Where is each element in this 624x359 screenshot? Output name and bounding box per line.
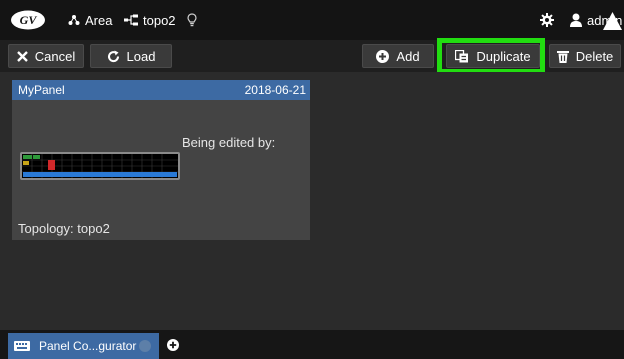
area-selector[interactable]: Area [68,0,112,40]
panel-list: MyPanel 2018-06-21 Being edited by: Topo… [0,72,624,330]
being-edited-label: Being edited by: [182,135,276,150]
panel-card-header: MyPanel 2018-06-21 [12,80,310,100]
topology-icon [124,14,138,26]
load-label: Load [126,48,156,64]
lightbulb-icon [187,13,197,27]
panel-topology: Topology: topo2 [18,221,110,236]
settings-button[interactable] [540,0,554,40]
gear-icon [540,13,554,27]
tab-label: Panel Co...gurator [39,339,137,353]
add-tab-icon[interactable] [167,339,179,351]
duplicate-button[interactable]: Duplicate [446,44,540,68]
action-toolbar: Cancel Load Add Duplicate Delete [0,40,624,72]
area-icon [68,15,80,25]
keyboard-icon [14,341,30,351]
add-label: Add [396,48,420,64]
topology-label: topo2 [143,12,176,28]
close-tab-icon[interactable] [139,340,151,352]
trash-icon [556,50,569,63]
delete-button[interactable]: Delete [549,44,621,68]
area-label: Area [85,12,113,28]
close-icon [16,50,28,62]
bottom-tab-bar: Panel Co...gurator [0,330,624,359]
panel-card[interactable]: MyPanel 2018-06-21 Being edited by: Topo… [12,80,310,240]
duplicate-icon [455,49,469,62]
load-button[interactable]: Load [90,44,172,68]
warning-icon[interactable] [603,12,622,30]
user-icon [570,13,582,27]
cancel-button[interactable]: Cancel [8,44,84,68]
delete-label: Delete [575,48,614,64]
duplicate-label: Duplicate [476,48,531,64]
gv-logo-icon[interactable]: GV [10,9,46,31]
topology-selector[interactable]: topo2 [124,0,176,40]
add-button[interactable]: Add [362,44,434,68]
panel-date: 2018-06-21 [244,83,306,97]
cancel-label: Cancel [34,48,76,64]
tab-panel-configurator[interactable]: Panel Co...gurator [8,333,159,359]
lightbulb-button[interactable] [187,0,197,40]
top-bar: GV Area topo2 admin [0,0,624,40]
panel-name: MyPanel [18,83,65,97]
refresh-icon [107,50,119,62]
panel-thumbnail [20,152,180,180]
svg-text:GV: GV [20,13,38,27]
plus-circle-icon [376,49,390,63]
